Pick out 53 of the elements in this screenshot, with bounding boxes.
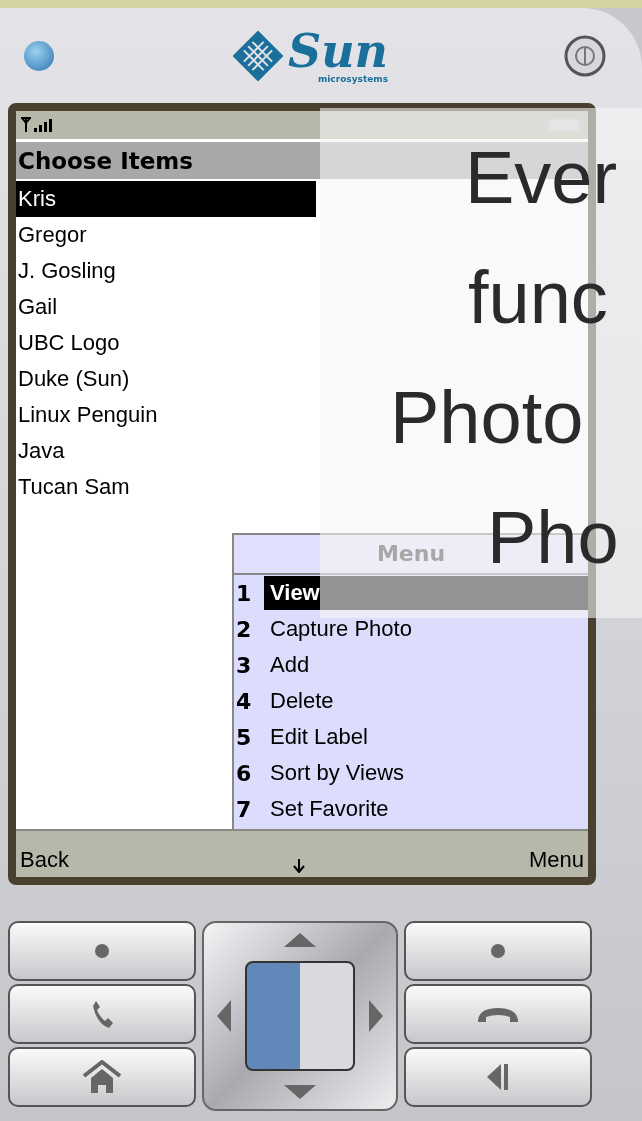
- dot-icon: [94, 943, 110, 959]
- directional-pad[interactable]: [202, 921, 398, 1111]
- list-item[interactable]: Tucan Sam: [16, 469, 316, 505]
- down-arrow-icon: [284, 1085, 316, 1099]
- menu-item[interactable]: Set Favorite: [264, 792, 588, 826]
- menu-item[interactable]: Capture Photo: [264, 612, 588, 646]
- left-arrow-icon: [217, 1000, 231, 1032]
- right-soft-key[interactable]: [404, 921, 592, 981]
- list-item[interactable]: UBC Logo: [16, 325, 316, 361]
- left-soft-key[interactable]: [8, 921, 196, 981]
- menu-item-number: 6: [236, 760, 253, 786]
- slide-text: Ever: [465, 138, 618, 218]
- call-key[interactable]: [8, 984, 196, 1044]
- logo-tagline: microsystems: [317, 73, 389, 84]
- menu-item[interactable]: Delete: [264, 684, 588, 718]
- down-arrow-icon: [292, 859, 305, 873]
- menu-item[interactable]: Edit Label: [264, 720, 588, 754]
- list-item[interactable]: Kris: [16, 181, 316, 217]
- slide-text: Pho: [487, 498, 619, 578]
- select-key[interactable]: [245, 961, 355, 1071]
- menu-title: Menu: [376, 541, 446, 566]
- list-item[interactable]: Gail: [16, 289, 316, 325]
- logo-wordmark: Sun: [287, 27, 389, 74]
- slide-text: Photo: [390, 378, 584, 458]
- right-arrow-icon: [369, 1000, 383, 1032]
- menu-item-number: 1: [236, 580, 253, 606]
- list-item[interactable]: Gregor: [16, 217, 316, 253]
- menu-item-number: 2: [236, 616, 253, 642]
- clear-key[interactable]: [404, 1047, 592, 1107]
- menu-item[interactable]: View: [264, 576, 588, 610]
- list-item[interactable]: Java: [16, 433, 316, 469]
- home-icon: [82, 1060, 122, 1094]
- home-key[interactable]: [8, 1047, 196, 1107]
- menu-item-number: 5: [236, 724, 253, 750]
- back-softkey[interactable]: Back: [20, 847, 69, 873]
- backspace-icon: [487, 1062, 509, 1092]
- power-button-icon[interactable]: [564, 34, 606, 77]
- phone-handset-icon: [90, 999, 114, 1029]
- hang-up-icon: [476, 1006, 520, 1022]
- menu-item-number: 3: [236, 652, 253, 678]
- list-item[interactable]: J. Gosling: [16, 253, 316, 289]
- dot-icon: [490, 943, 506, 959]
- menu-item-number: 4: [236, 688, 253, 714]
- slide-text: func: [468, 258, 608, 338]
- menu-item[interactable]: Add: [264, 648, 588, 682]
- list-item[interactable]: Duke (Sun): [16, 361, 316, 397]
- menu-item-number: 7: [236, 796, 253, 822]
- list-item[interactable]: Linux Penguin: [16, 397, 316, 433]
- end-call-key[interactable]: [404, 984, 592, 1044]
- menu-softkey[interactable]: Menu: [528, 847, 584, 873]
- indicator-light-icon: [24, 40, 54, 71]
- menu-item[interactable]: Sort by Views: [264, 756, 588, 790]
- up-arrow-icon: [284, 933, 316, 947]
